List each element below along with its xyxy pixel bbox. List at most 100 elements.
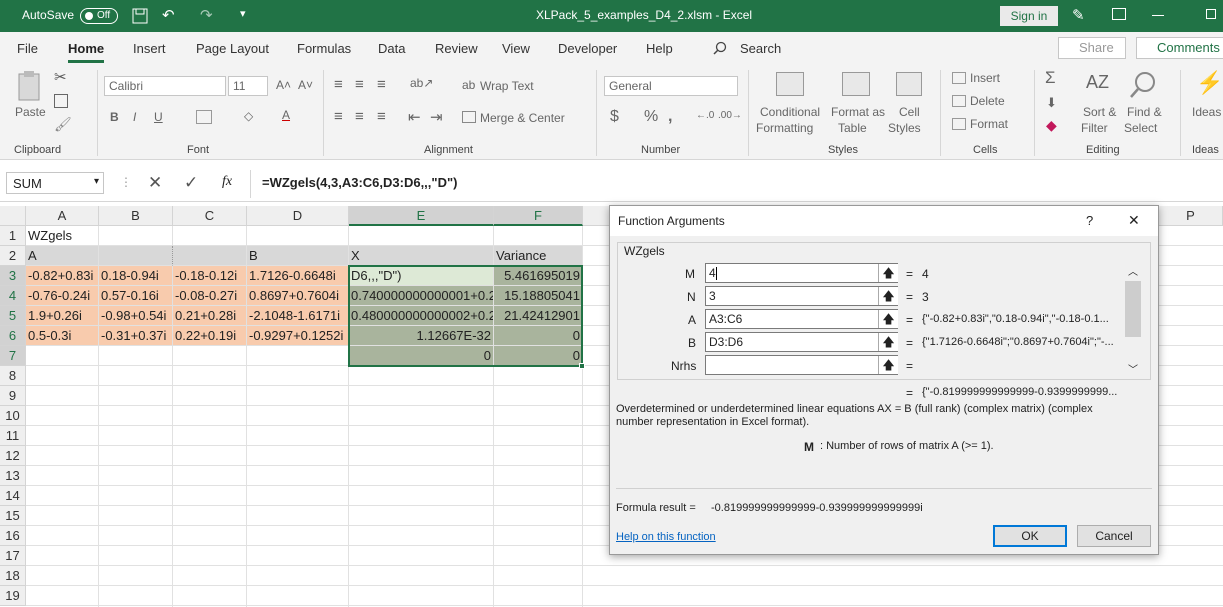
- tab-view[interactable]: View: [502, 41, 530, 56]
- ideas-icon[interactable]: ⚡: [1196, 70, 1223, 96]
- row-header-19[interactable]: 19: [0, 586, 26, 606]
- cell-c2[interactable]: [173, 246, 247, 266]
- col-header-e[interactable]: E: [349, 206, 494, 226]
- sort-filter-icon[interactable]: AZ: [1086, 72, 1109, 93]
- increase-decimal-icon[interactable]: ←.0: [696, 110, 714, 121]
- tab-home[interactable]: Home: [68, 41, 105, 63]
- cell-c6[interactable]: 0.22+0.19i: [173, 326, 247, 346]
- cell-a1[interactable]: WZgels: [26, 226, 126, 246]
- ribbon-display-icon[interactable]: [1112, 8, 1126, 20]
- cancel-button[interactable]: Cancel: [1077, 525, 1151, 547]
- format-table-label-2[interactable]: Table: [838, 121, 867, 135]
- number-format-select[interactable]: General: [604, 76, 738, 96]
- tab-insert[interactable]: Insert: [133, 41, 166, 56]
- format-cells-button[interactable]: Format: [970, 117, 1008, 131]
- cell-styles-label-2[interactable]: Styles: [888, 121, 921, 135]
- font-size-select[interactable]: 11: [228, 76, 268, 96]
- tab-file[interactable]: File: [17, 41, 38, 56]
- copy-icon[interactable]: [54, 94, 68, 108]
- formula-input[interactable]: =WZgels(4,3,A3:C6,D3:D6,,,"D"): [262, 175, 457, 190]
- underline-button[interactable]: U: [154, 110, 163, 124]
- cell-b4[interactable]: 0.57-0.16i: [99, 286, 173, 306]
- find-select-icon[interactable]: [1128, 70, 1158, 100]
- cell-b5[interactable]: -0.98+0.54i: [99, 306, 173, 326]
- format-table-label-1[interactable]: Format as: [831, 105, 885, 119]
- decrease-indent-icon[interactable]: ⇤: [408, 108, 421, 126]
- col-header-a[interactable]: A: [26, 206, 99, 226]
- tab-data[interactable]: Data: [378, 41, 405, 56]
- fill-handle[interactable]: [579, 363, 585, 369]
- delete-cells-icon[interactable]: [952, 95, 966, 107]
- pen-icon[interactable]: ✎: [1072, 6, 1085, 24]
- share-button[interactable]: Share: [1058, 37, 1126, 59]
- scroll-up-icon[interactable]: ︿: [1128, 263, 1138, 278]
- align-right-icon[interactable]: ≡: [377, 108, 386, 125]
- cell-a2[interactable]: A: [26, 246, 99, 266]
- cell-c3[interactable]: -0.18-0.12i: [173, 266, 247, 286]
- align-left-icon[interactable]: ≡: [334, 108, 343, 125]
- cell-styles-icon[interactable]: [896, 72, 922, 96]
- align-bottom-icon[interactable]: ≡: [377, 76, 386, 93]
- row-header-18[interactable]: 18: [0, 566, 26, 586]
- insert-cells-icon[interactable]: [952, 72, 966, 84]
- customize-qat-icon[interactable]: ▾: [240, 7, 246, 20]
- tab-page-layout[interactable]: Page Layout: [196, 41, 269, 56]
- merge-center-button[interactable]: Merge & Center: [480, 111, 565, 125]
- col-header-f[interactable]: F: [494, 206, 583, 226]
- ideas-button[interactable]: Ideas: [1192, 105, 1221, 119]
- undo-icon[interactable]: ↶: [162, 6, 175, 24]
- scroll-thumb[interactable]: [1125, 281, 1141, 337]
- decrease-font-icon[interactable]: A˅: [298, 78, 313, 92]
- fill-icon[interactable]: ⬇: [1046, 95, 1057, 111]
- align-center-icon[interactable]: ≡: [355, 108, 364, 125]
- sort-label-1[interactable]: Sort &: [1083, 105, 1116, 119]
- row-header-1[interactable]: 1: [0, 226, 26, 246]
- autosum-icon[interactable]: Σ: [1045, 68, 1056, 88]
- cell-d5[interactable]: -2.1048-1.6171i: [247, 306, 349, 326]
- row-header-9[interactable]: 9: [0, 386, 26, 406]
- cell-d6[interactable]: -0.9297+0.1252i: [247, 326, 349, 346]
- cell-b2[interactable]: [99, 246, 173, 266]
- row-header-5[interactable]: 5: [0, 306, 26, 326]
- format-as-table-icon[interactable]: [842, 72, 870, 96]
- conditional-formatting-icon[interactable]: [776, 72, 804, 96]
- currency-icon[interactable]: $: [610, 108, 619, 126]
- redo-icon[interactable]: ↷: [200, 6, 213, 24]
- row-header-8[interactable]: 8: [0, 366, 26, 386]
- font-name-select[interactable]: Calibri: [104, 76, 226, 96]
- arg-input-m[interactable]: 4 🡅: [705, 263, 898, 283]
- decrease-decimal-icon[interactable]: .00→: [718, 110, 742, 121]
- insert-function-icon[interactable]: fx: [222, 174, 232, 190]
- arg-input-a[interactable]: A3:C6 🡅: [705, 309, 898, 329]
- sign-in-button[interactable]: Sign in: [1000, 6, 1058, 26]
- align-top-icon[interactable]: ≡: [334, 76, 343, 93]
- dialog-close-button[interactable]: ✕: [1128, 212, 1140, 229]
- wrap-text-icon[interactable]: ab: [462, 78, 475, 92]
- clear-icon[interactable]: ◆: [1046, 117, 1057, 134]
- cell-e2[interactable]: X: [349, 246, 494, 266]
- autosave-toggle[interactable]: Off: [80, 8, 118, 24]
- row-header-7[interactable]: 7: [0, 346, 26, 366]
- conditional-label-2[interactable]: Formatting: [756, 121, 813, 135]
- paste-label[interactable]: Paste: [15, 105, 46, 119]
- cell-b6[interactable]: -0.31+0.37i: [99, 326, 173, 346]
- arguments-scrollbar[interactable]: ︿ ﹀: [1123, 263, 1143, 376]
- insert-cells-button[interactable]: Insert: [970, 71, 1000, 85]
- tab-developer[interactable]: Developer: [558, 41, 617, 56]
- row-header-15[interactable]: 15: [0, 506, 26, 526]
- align-middle-icon[interactable]: ≡: [355, 76, 364, 93]
- row-header-12[interactable]: 12: [0, 446, 26, 466]
- enter-formula-icon[interactable]: ✓: [184, 173, 198, 193]
- cell-f2[interactable]: Variance: [494, 246, 583, 266]
- dialog-help-button[interactable]: ?: [1086, 213, 1093, 228]
- col-header-d[interactable]: D: [247, 206, 349, 226]
- name-box[interactable]: SUM ▾: [6, 172, 104, 194]
- cell-d4[interactable]: 0.8697+0.7604i: [247, 286, 349, 306]
- sort-label-2[interactable]: Filter: [1081, 121, 1108, 135]
- tab-help[interactable]: Help: [646, 41, 673, 56]
- cancel-formula-icon[interactable]: ✕: [148, 173, 162, 193]
- comments-button[interactable]: Comments: [1136, 37, 1223, 59]
- row-header-6[interactable]: 6: [0, 326, 26, 346]
- cell-a4[interactable]: -0.76-0.24i: [26, 286, 99, 306]
- italic-button[interactable]: I: [133, 110, 136, 124]
